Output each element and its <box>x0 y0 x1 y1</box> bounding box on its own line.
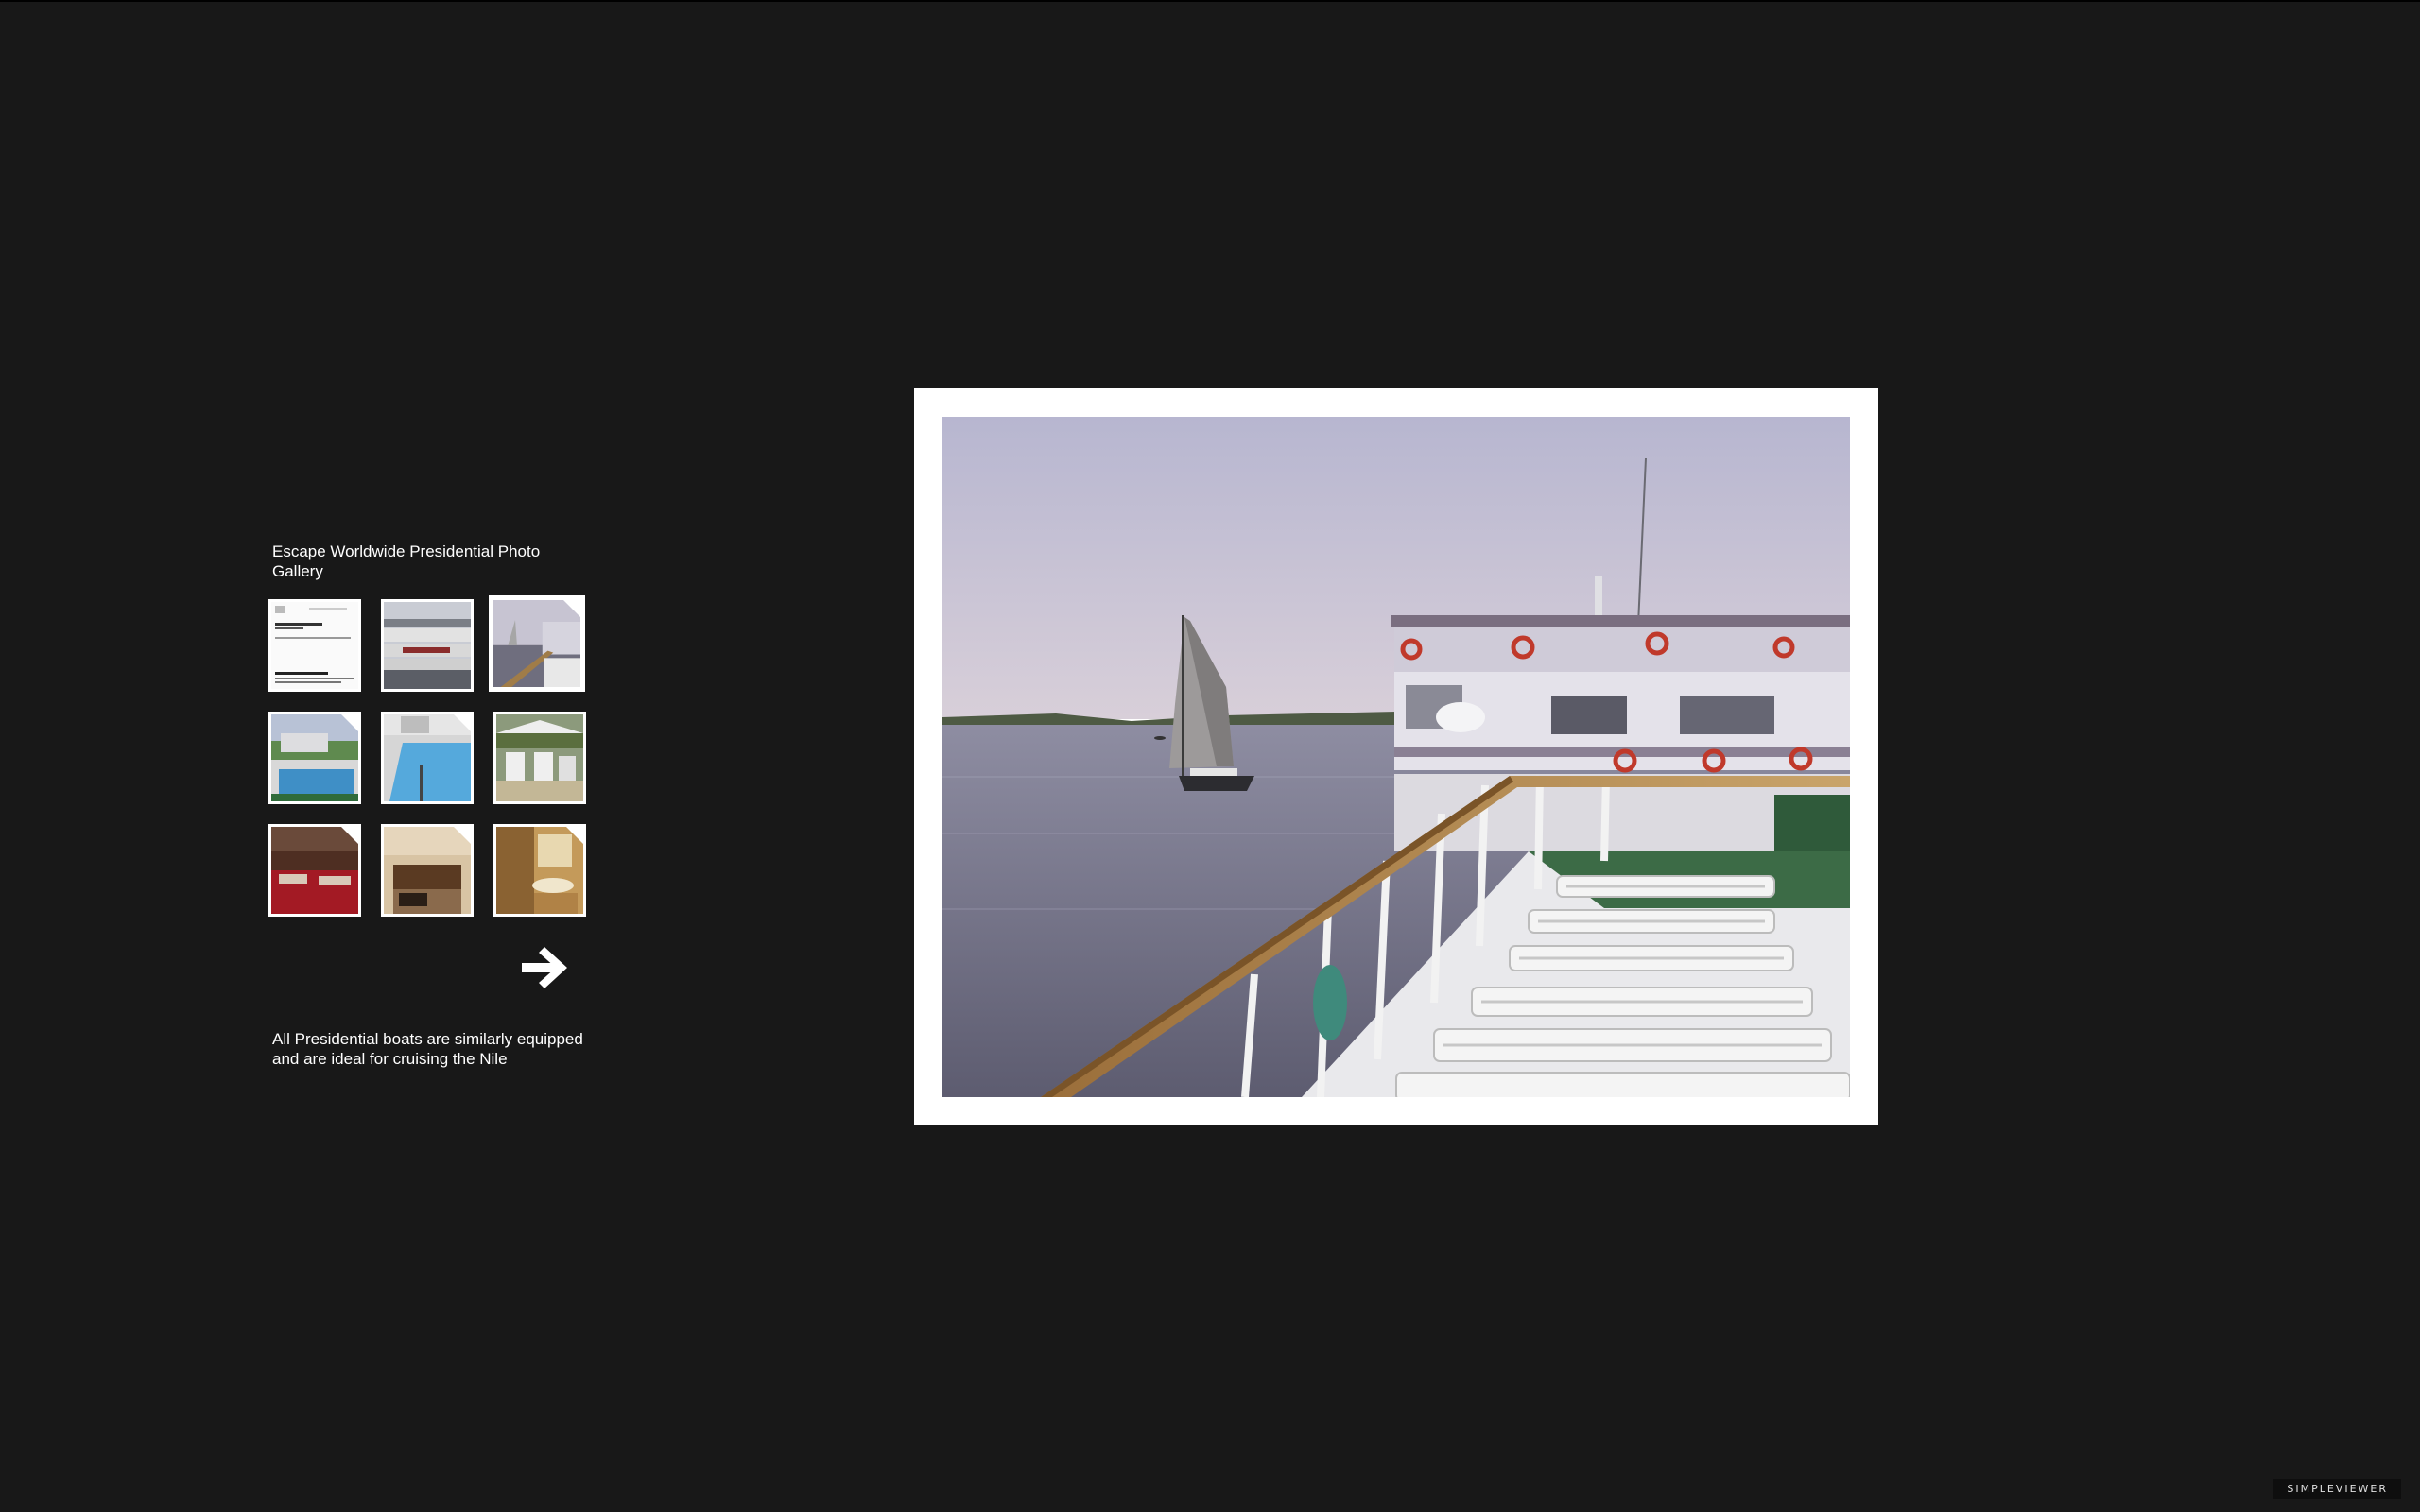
main-photo[interactable] <box>942 417 1850 1097</box>
simpleviewer-brand[interactable]: SIMPLEVIEWER <box>2273 1479 2401 1499</box>
thumbnail-corner-marker <box>341 827 358 844</box>
thumbnail-corner-marker <box>341 714 358 731</box>
main-photo-image <box>942 417 1850 1097</box>
next-page-button[interactable] <box>518 943 571 992</box>
thumbnail-pool-deck[interactable] <box>268 712 361 804</box>
main-photo-frame <box>914 388 1878 1125</box>
thumbnail-sun-deck[interactable] <box>489 595 585 692</box>
thumbnail-brochure[interactable] <box>268 599 361 692</box>
thumbnail-corner-marker <box>454 827 471 844</box>
thumbnail-boat-exterior[interactable] <box>381 599 474 692</box>
gallery-title: Escape Worldwide Presidential Photo Gall… <box>272 542 541 580</box>
thumbnail-deck-lounge[interactable] <box>493 712 586 804</box>
arrow-right-icon <box>522 947 567 988</box>
thumbnail-bathroom[interactable] <box>493 824 586 917</box>
thumbnail-restaurant[interactable] <box>268 824 361 917</box>
brochure-thumbnail-image <box>271 602 358 689</box>
photo-caption: All Presidential boats are similarly equ… <box>272 1030 583 1068</box>
thumbnail-corner-marker <box>454 714 471 731</box>
thumbnail-corner-marker <box>566 827 583 844</box>
top-border <box>0 0 2420 2</box>
boat-exterior-thumbnail-image <box>384 602 471 689</box>
thumbnail-cabin[interactable] <box>381 824 474 917</box>
thumbnail-swimming-pool[interactable] <box>381 712 474 804</box>
deck-lounge-thumbnail-image <box>496 714 583 801</box>
thumbnail-corner-marker <box>563 600 580 617</box>
